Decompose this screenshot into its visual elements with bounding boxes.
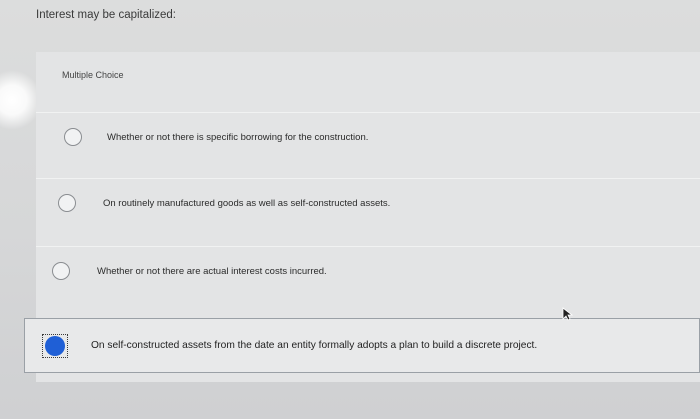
question-type-label: Multiple Choice <box>62 70 124 80</box>
radio-unselected-icon[interactable] <box>64 128 82 146</box>
answer-option-text: On routinely manufactured goods as well … <box>103 197 391 209</box>
radio-unselected-icon[interactable] <box>58 194 76 212</box>
mouse-pointer-icon <box>562 307 574 321</box>
focus-outline <box>42 333 68 358</box>
divider <box>36 246 700 247</box>
radio-unselected-icon[interactable] <box>52 262 70 280</box>
divider <box>36 112 700 113</box>
answer-option-d-selected[interactable]: On self-constructed assets from the date… <box>24 318 700 373</box>
answer-option-c[interactable]: Whether or not there are actual interest… <box>52 262 327 280</box>
answer-option-a[interactable]: Whether or not there is specific borrowi… <box>64 128 368 146</box>
quiz-page: Interest may be capitalized: Multiple Ch… <box>0 0 700 419</box>
answer-option-b[interactable]: On routinely manufactured goods as well … <box>58 194 390 212</box>
answer-option-text: On self-constructed assets from the date… <box>91 340 538 351</box>
answer-option-text: Whether or not there is specific borrowi… <box>107 131 369 143</box>
divider <box>36 178 700 179</box>
radio-selected-icon[interactable] <box>45 335 65 356</box>
answer-option-text: Whether or not there are actual interest… <box>97 265 327 277</box>
question-text: Interest may be capitalized: <box>36 9 176 21</box>
